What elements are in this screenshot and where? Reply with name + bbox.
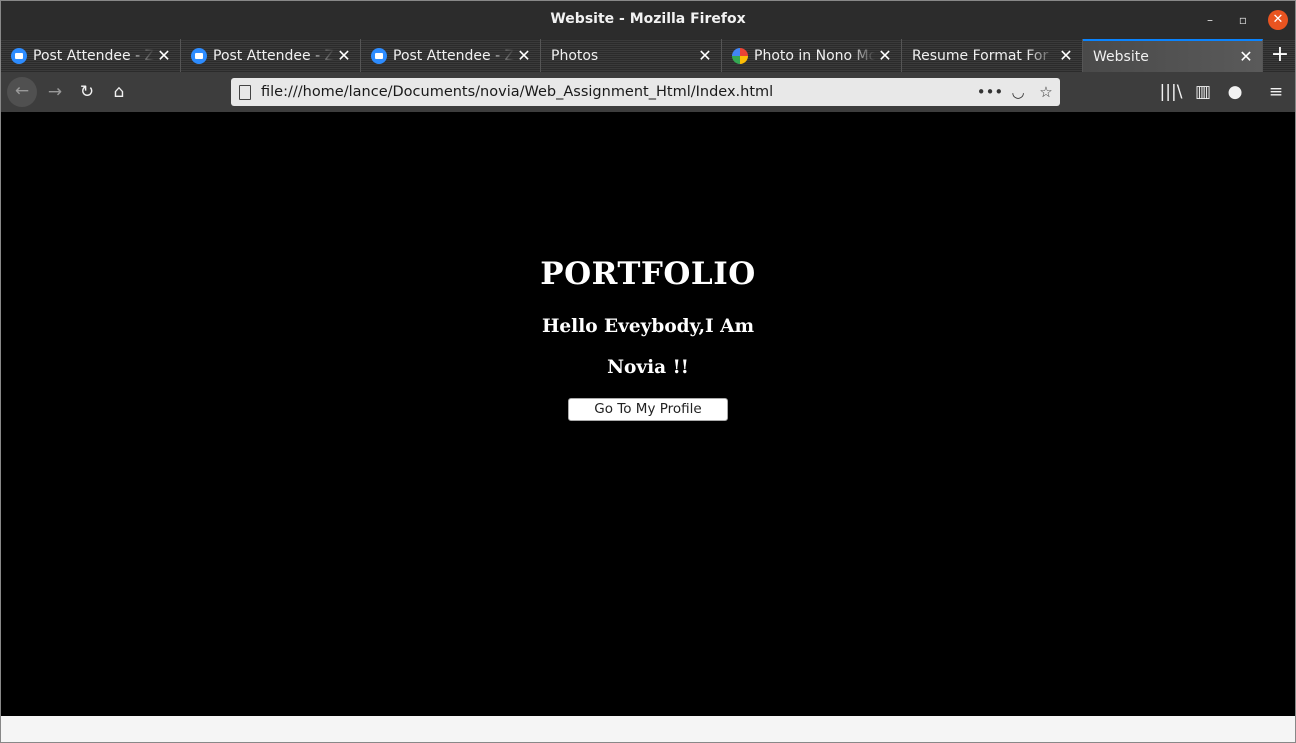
tab-label: Post Attendee - Zoom [393,47,514,64]
close-window-button[interactable]: ✕ [1268,10,1288,30]
zoom-icon [11,47,27,64]
address-bar[interactable]: file:///home/lance/Documents/novia/Web_A… [231,78,1060,106]
home-button[interactable]: ⌂ [105,78,133,106]
url-text[interactable]: file:///home/lance/Documents/novia/Web_A… [261,84,976,100]
greeting-line-2: Novia !! [607,357,689,378]
page-content: PORTFOLIO Hello Eveybody,I Am Novia !! G… [1,112,1295,716]
tab-close-icon[interactable]: ✕ [334,46,354,65]
back-button[interactable]: ← [7,77,37,107]
minimize-button[interactable]: – [1200,10,1220,30]
tab-close-icon[interactable]: ✕ [154,46,174,65]
tab-close-icon[interactable]: ✕ [1056,46,1076,65]
tab-label: Post Attendee - Zoom [213,47,334,64]
tab-website[interactable]: Website ✕ [1083,39,1263,72]
tab-post-attendee-2[interactable]: Post Attendee - Zoom ✕ [181,39,361,72]
zoom-icon [371,47,387,64]
library-icon[interactable]: |||\ [1157,78,1185,106]
tab-close-icon[interactable]: ✕ [695,46,715,65]
tab-label: Photo in Nono Mo [754,47,875,64]
tab-label: Website [1093,48,1149,65]
greeting-line-1: Hello Eveybody,I Am [541,316,755,337]
tab-resume-format[interactable]: Resume Format For ✕ [902,39,1083,72]
new-tab-button[interactable]: + [1265,39,1295,72]
title-bar: Website - Mozilla Firefox – ▫ ✕ [1,1,1295,39]
tab-label: Post Attendee - Zoom [33,47,154,64]
tab-post-attendee-1[interactable]: Post Attendee - Zoom ✕ [1,39,181,72]
page-icon [239,84,251,100]
tab-label: Photos [551,47,599,64]
tab-post-attendee-3[interactable]: Post Attendee - Zoom ✕ [361,39,541,72]
page-heading: PORTFOLIO [540,256,756,292]
tab-photo-in-nono[interactable]: Photo in Nono Mo ✕ [722,39,902,72]
maximize-button[interactable]: ▫ [1233,10,1253,30]
page-actions-icon[interactable]: ••• [976,83,1004,101]
hamburger-menu-icon[interactable]: ≡ [1262,78,1290,106]
pocket-icon[interactable]: ◡ [1004,83,1032,101]
tab-close-icon[interactable]: ✕ [514,46,534,65]
browser-window: Website - Mozilla Firefox – ▫ ✕ Post Att… [0,0,1296,743]
tab-close-icon[interactable]: ✕ [875,46,895,65]
navigation-toolbar: ← → ↻ ⌂ file:///home/lance/Documents/nov… [1,72,1295,112]
tab-strip: Post Attendee - Zoom ✕ Post Attendee - Z… [1,39,1295,150]
tab-label: Resume Format For [912,47,1049,64]
zoom-icon [191,47,207,64]
sidebar-icon[interactable]: ▥ [1189,78,1217,106]
tab-close-icon[interactable]: ✕ [1236,47,1256,66]
google-photos-icon [732,47,748,64]
go-to-profile-button[interactable]: Go To My Profile [568,398,728,421]
bookmark-star-icon[interactable]: ☆ [1032,83,1060,101]
window-title: Website - Mozilla Firefox [550,11,746,27]
forward-button[interactable]: → [41,78,69,106]
reload-button[interactable]: ↻ [73,78,101,106]
tab-photos[interactable]: Photos ✕ [541,39,722,72]
window-bottom-area [1,716,1295,742]
account-icon[interactable]: ● [1221,78,1249,106]
